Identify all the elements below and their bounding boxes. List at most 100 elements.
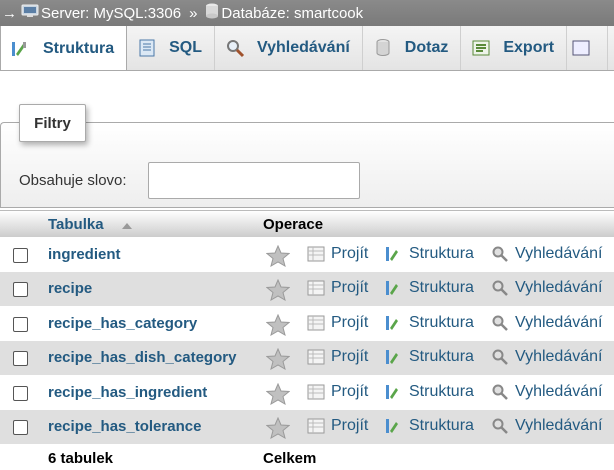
structure-icon bbox=[385, 417, 403, 435]
structure-icon bbox=[385, 314, 403, 332]
tab-query[interactable]: Dotaz bbox=[363, 26, 462, 70]
browse-action[interactable]: Projít bbox=[307, 245, 368, 263]
structure-action[interactable]: Struktura bbox=[385, 348, 474, 366]
structure-label: Struktura bbox=[409, 348, 474, 366]
row-checkbox[interactable] bbox=[13, 248, 28, 263]
search-action[interactable]: Vyhledávání bbox=[491, 348, 602, 366]
structure-action[interactable]: Struktura bbox=[385, 417, 474, 435]
browse-icon bbox=[307, 314, 325, 332]
search-action[interactable]: Vyhledávání bbox=[491, 314, 602, 332]
tab-export[interactable]: Export bbox=[461, 26, 568, 70]
table-name-link[interactable]: ingredient bbox=[48, 246, 121, 263]
browse-icon bbox=[307, 383, 325, 401]
browse-action[interactable]: Projít bbox=[307, 417, 368, 435]
table-name-link[interactable]: recipe bbox=[48, 280, 92, 297]
tab-label: Struktura bbox=[43, 40, 115, 57]
structure-icon bbox=[385, 383, 403, 401]
favorite-star-icon[interactable] bbox=[265, 416, 291, 440]
favorite-star-icon[interactable] bbox=[265, 347, 291, 371]
search-icon bbox=[491, 279, 509, 297]
search-label: Vyhledávání bbox=[515, 313, 603, 331]
browse-label: Projít bbox=[331, 313, 369, 331]
favorite-star-icon[interactable] bbox=[265, 244, 291, 268]
structure-action[interactable]: Struktura bbox=[385, 245, 474, 263]
filter-label: Obsahuje slovo: bbox=[19, 172, 127, 189]
search-label: Vyhledávání bbox=[515, 382, 603, 400]
browse-action[interactable]: Projít bbox=[307, 383, 368, 401]
table-row: ingredient Projít Struktura Vyhledávání bbox=[0, 238, 614, 272]
browse-icon bbox=[307, 245, 325, 263]
filter-legend: Filtry bbox=[19, 104, 86, 142]
browse-action[interactable]: Projít bbox=[307, 348, 368, 366]
search-label: Vyhledávání bbox=[515, 348, 603, 366]
search-icon bbox=[491, 245, 509, 263]
structure-label: Struktura bbox=[409, 279, 474, 297]
structure-label: Struktura bbox=[409, 382, 474, 400]
structure-action[interactable]: Struktura bbox=[385, 383, 474, 401]
row-checkbox[interactable] bbox=[13, 385, 28, 401]
browse-icon bbox=[307, 417, 325, 435]
structure-icon bbox=[11, 39, 31, 59]
browse-label: Projít bbox=[331, 348, 369, 366]
favorite-star-icon[interactable] bbox=[265, 279, 291, 302]
search-icon bbox=[225, 38, 245, 58]
query-icon bbox=[373, 38, 393, 58]
search-icon bbox=[491, 383, 509, 401]
structure-icon bbox=[385, 348, 403, 366]
sort-ascending-icon[interactable] bbox=[122, 223, 132, 229]
search-action[interactable]: Vyhledávání bbox=[491, 245, 602, 263]
structure-icon bbox=[385, 279, 403, 297]
search-icon bbox=[491, 314, 509, 332]
row-checkbox[interactable] bbox=[13, 282, 28, 298]
browse-action[interactable]: Projít bbox=[307, 314, 368, 332]
filter-input[interactable] bbox=[148, 162, 360, 199]
row-checkbox[interactable] bbox=[13, 351, 28, 367]
structure-action[interactable]: Struktura bbox=[385, 279, 474, 297]
tab-label: SQL bbox=[169, 39, 203, 56]
table-row: recipe_has_tolerance Projít Struktura Vy… bbox=[0, 410, 614, 444]
table-row: recipe_has_dish_category Projít Struktur… bbox=[0, 341, 614, 376]
table-name-link[interactable]: recipe_has_tolerance bbox=[48, 418, 201, 435]
tab-overflow[interactable] bbox=[567, 26, 609, 70]
breadcrumb-database[interactable]: Databáze: smartcook bbox=[221, 5, 363, 22]
row-checkbox[interactable] bbox=[13, 316, 28, 332]
table-row: recipe_has_ingredient Projít Struktura V… bbox=[0, 375, 614, 410]
search-action[interactable]: Vyhledávání bbox=[491, 383, 602, 401]
breadcrumb: → Server: MySQL:3306 » Databáze: smartco… bbox=[0, 0, 614, 26]
structure-icon bbox=[385, 245, 403, 263]
table-name-link[interactable]: recipe_has_ingredient bbox=[48, 384, 207, 401]
table-name-link[interactable]: recipe_has_dish_category bbox=[48, 349, 236, 366]
search-label: Vyhledávání bbox=[515, 417, 603, 434]
search-action[interactable]: Vyhledávání bbox=[491, 279, 602, 297]
row-checkbox[interactable] bbox=[13, 420, 28, 435]
search-action[interactable]: Vyhledávání bbox=[491, 417, 602, 435]
favorite-star-icon[interactable] bbox=[265, 382, 291, 405]
tab-search[interactable]: Vyhledávání bbox=[215, 26, 363, 70]
browse-label: Projít bbox=[331, 417, 369, 434]
breadcrumb-arrow: → bbox=[2, 4, 17, 22]
column-header-table[interactable]: Tabulka bbox=[48, 216, 104, 233]
browse-icon bbox=[307, 348, 325, 366]
breadcrumb-server[interactable]: Server: MySQL:3306 bbox=[41, 5, 181, 22]
table-name-link[interactable]: recipe_has_category bbox=[48, 315, 197, 332]
tab-label: Vyhledávání bbox=[257, 39, 350, 56]
tab-label: Dotaz bbox=[404, 39, 449, 56]
table-header: Tabulka Operace bbox=[0, 210, 614, 237]
browse-label: Projít bbox=[331, 279, 369, 297]
browse-action[interactable]: Projít bbox=[307, 279, 368, 297]
tab-structure[interactable]: Struktura bbox=[0, 26, 128, 70]
breadcrumb-separator: » bbox=[189, 4, 198, 22]
table-row: recipe_has_category Projít Struktura Vyh… bbox=[0, 306, 614, 341]
tab-sql[interactable]: SQL bbox=[127, 26, 216, 70]
database-icon bbox=[205, 3, 219, 23]
table-total-label: Celkem bbox=[263, 450, 317, 467]
server-icon bbox=[21, 4, 39, 22]
table-row: recipe Projít Struktura Vyhledávání bbox=[0, 272, 614, 307]
browse-icon bbox=[307, 279, 325, 297]
search-label: Vyhledávání bbox=[515, 279, 603, 297]
search-label: Vyhledávání bbox=[515, 245, 603, 262]
structure-action[interactable]: Struktura bbox=[385, 314, 474, 332]
sql-icon bbox=[137, 38, 157, 58]
favorite-star-icon[interactable] bbox=[265, 313, 291, 336]
table-count: 6 tabulek bbox=[48, 450, 114, 467]
